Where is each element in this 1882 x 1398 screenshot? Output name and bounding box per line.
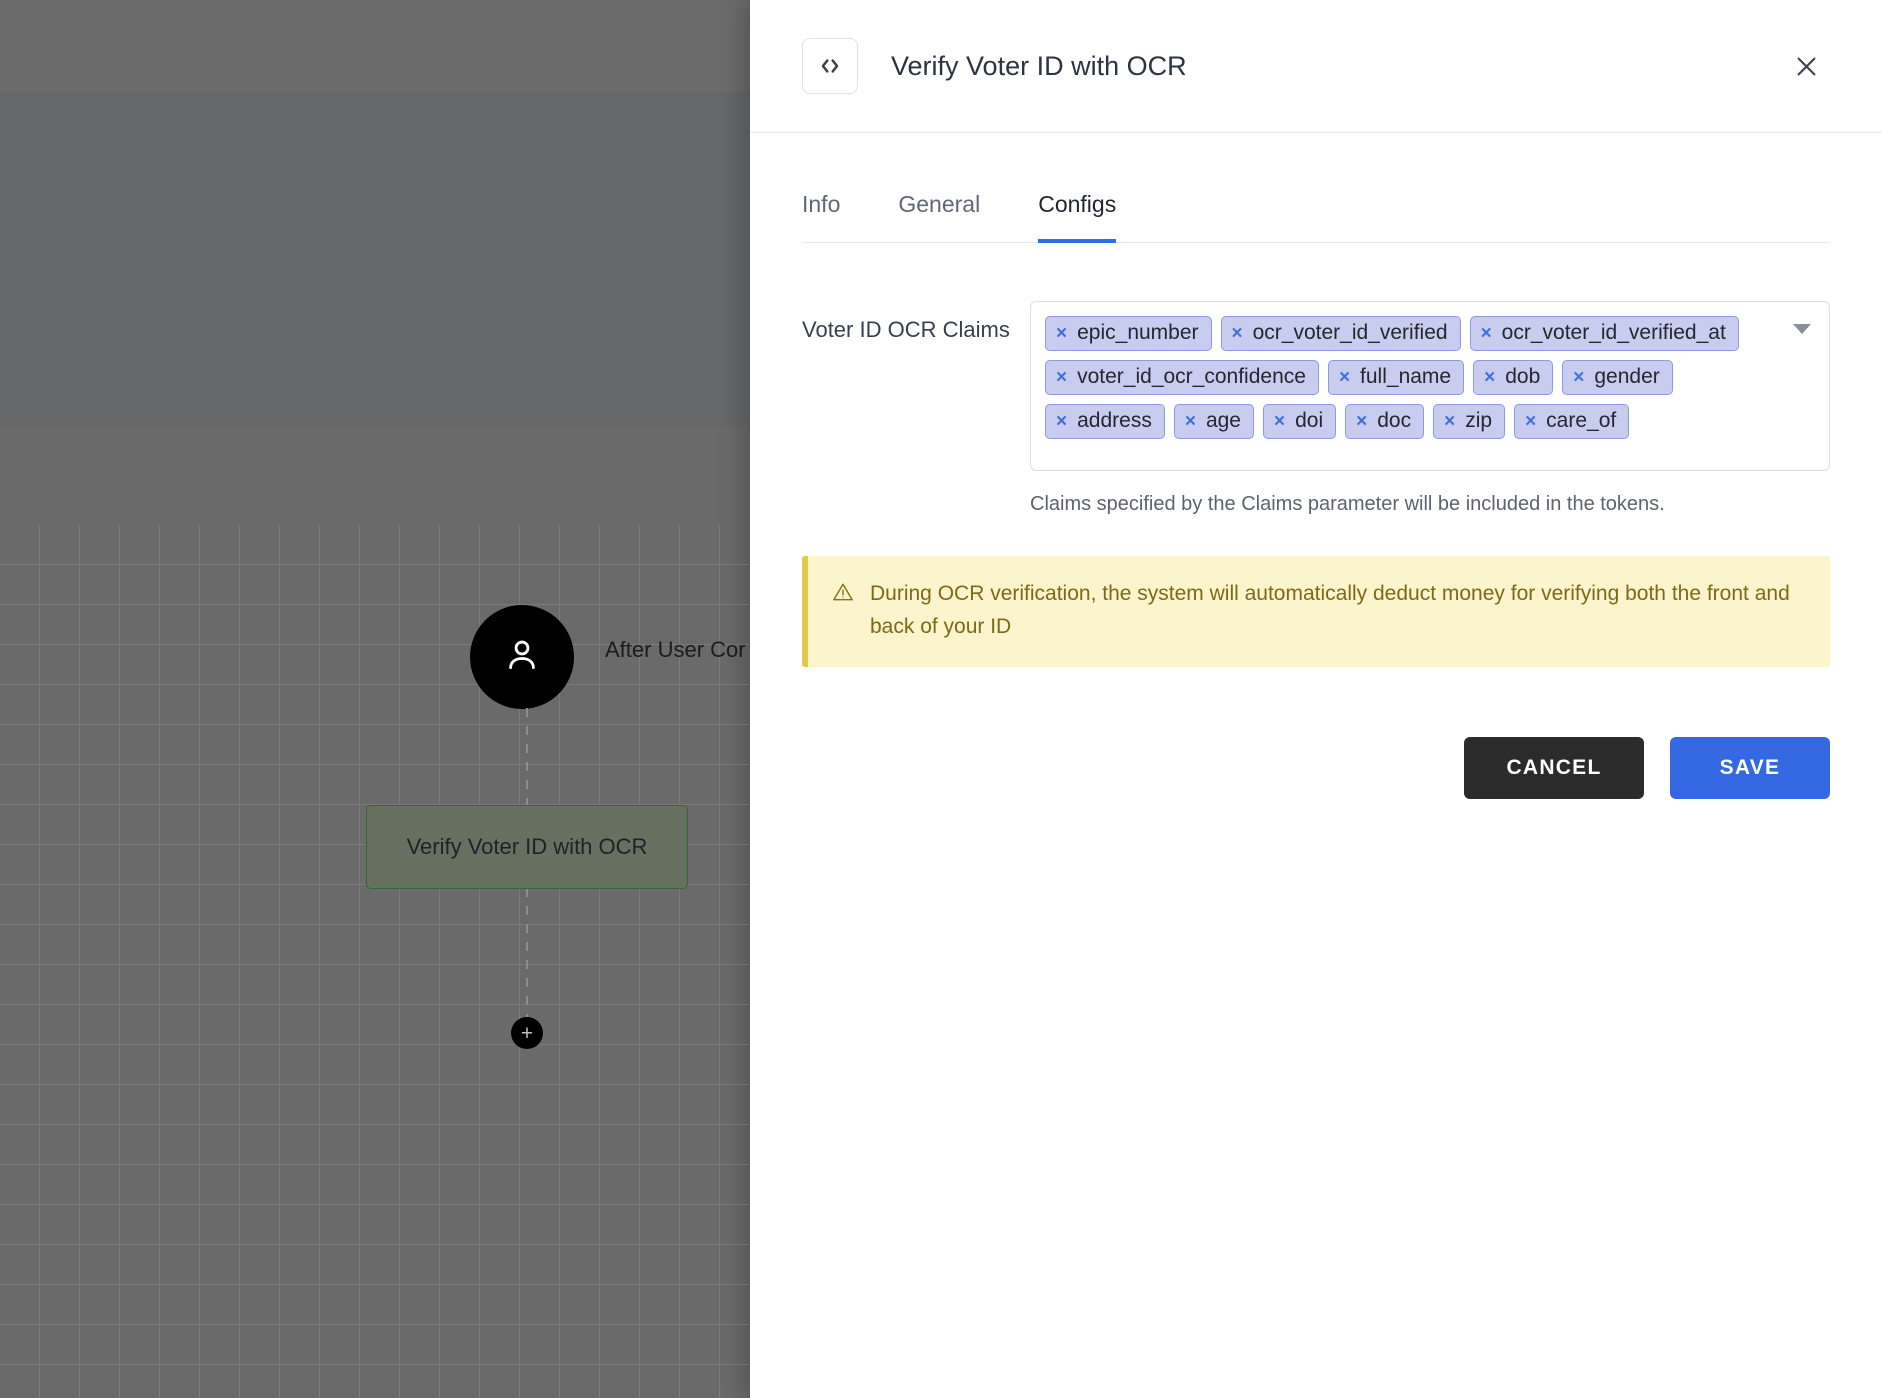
warning-banner: During OCR verification, the system will… (802, 556, 1830, 668)
save-button[interactable]: SAVE (1670, 737, 1830, 800)
claim-chip[interactable]: × age (1173, 404, 1254, 439)
chip-label: address (1077, 408, 1152, 432)
add-node-button[interactable]: + (511, 1017, 543, 1049)
claims-field-row: Voter ID OCR Claims × epic_number × ocr_vot… (802, 301, 1830, 516)
claim-chip[interactable]: × full_name (1327, 360, 1465, 395)
claim-chip[interactable]: × doi (1262, 404, 1337, 439)
claim-chip[interactable]: × address (1045, 404, 1165, 439)
configs-form: Voter ID OCR Claims × epic_number × ocr_vot… (750, 243, 1882, 1398)
chip-remove-icon[interactable]: × (1484, 368, 1495, 387)
claim-chip[interactable]: × epic_number (1045, 316, 1212, 351)
chip-label: voter_id_ocr_confidence (1077, 364, 1306, 388)
claims-field-control: × epic_number × ocr_voter_id_verified × ocr_v… (1030, 301, 1830, 516)
flow-node-verify-voter-id[interactable]: Verify Voter ID with OCR (366, 805, 688, 889)
claims-multiselect[interactable]: × epic_number × ocr_voter_id_verified × ocr_v… (1030, 301, 1830, 471)
chip-label: ocr_voter_id_verified_at (1501, 320, 1726, 344)
close-icon[interactable] (1786, 46, 1826, 86)
chip-label: zip (1465, 408, 1493, 432)
chip-remove-icon[interactable]: × (1056, 412, 1067, 431)
claims-help-text: Claims specified by the Claims parameter… (1030, 493, 1665, 515)
flow-connector-label: After User Cor (605, 637, 746, 662)
cancel-button[interactable]: CANCEL (1464, 737, 1644, 800)
user-icon (501, 634, 543, 681)
flow-start-node[interactable] (470, 605, 574, 709)
warning-banner-text: During OCR verification, the system will… (870, 582, 1790, 638)
chip-remove-icon[interactable]: × (1185, 412, 1196, 431)
chevron-down-icon[interactable] (1793, 324, 1811, 334)
chip-remove-icon[interactable]: × (1481, 324, 1492, 343)
claim-chip[interactable]: × gender (1562, 360, 1673, 395)
tab-general[interactable]: General (898, 179, 980, 242)
chip-remove-icon[interactable]: × (1444, 412, 1455, 431)
tab-info[interactable]: Info (802, 179, 840, 242)
chip-label: care_of (1546, 408, 1617, 432)
chip-label: ocr_voter_id_verified (1252, 320, 1448, 344)
chip-label: dob (1505, 364, 1541, 388)
chip-remove-icon[interactable]: × (1232, 324, 1243, 343)
chip-remove-icon[interactable]: × (1339, 368, 1350, 387)
chip-remove-icon[interactable]: × (1274, 412, 1285, 431)
chip-label: full_name (1360, 364, 1452, 388)
panel-header: Verify Voter ID with OCR (750, 0, 1882, 133)
page-title: Verify Voter ID with OCR (891, 50, 1187, 81)
claim-chip[interactable]: × care_of (1514, 404, 1630, 439)
chip-label: gender (1594, 364, 1660, 388)
chip-remove-icon[interactable]: × (1573, 368, 1584, 387)
chip-remove-icon[interactable]: × (1056, 368, 1067, 387)
chip-label: doc (1377, 408, 1412, 432)
chip-label: doi (1295, 408, 1324, 432)
panel-actions: CANCEL SAVE (802, 737, 1830, 800)
chip-label: epic_number (1077, 320, 1199, 344)
claim-chip[interactable]: × doc (1345, 404, 1425, 439)
chip-label: age (1205, 408, 1241, 432)
screen-root: After User Cor Verify Voter ID with OCR … (0, 0, 1882, 1398)
tab-configs[interactable]: Configs (1038, 179, 1116, 243)
chip-remove-icon[interactable]: × (1056, 324, 1067, 343)
chip-remove-icon[interactable]: × (1356, 412, 1367, 431)
claim-chip[interactable]: × dob (1473, 360, 1554, 395)
panel-tabs: Info General Configs (802, 179, 1830, 243)
claim-chip[interactable]: × zip (1433, 404, 1506, 439)
warning-triangle-icon (832, 578, 854, 603)
claim-chip[interactable]: × voter_id_ocr_confidence (1045, 360, 1319, 395)
configuration-panel: Verify Voter ID with OCR Info General Co… (750, 0, 1882, 1398)
code-brackets-icon (802, 38, 858, 94)
chip-remove-icon[interactable]: × (1525, 412, 1536, 431)
claims-field-label: Voter ID OCR Claims (802, 317, 1010, 342)
claim-chip[interactable]: × ocr_voter_id_verified (1220, 316, 1461, 351)
claim-chip[interactable]: × ocr_voter_id_verified_at (1469, 316, 1739, 351)
